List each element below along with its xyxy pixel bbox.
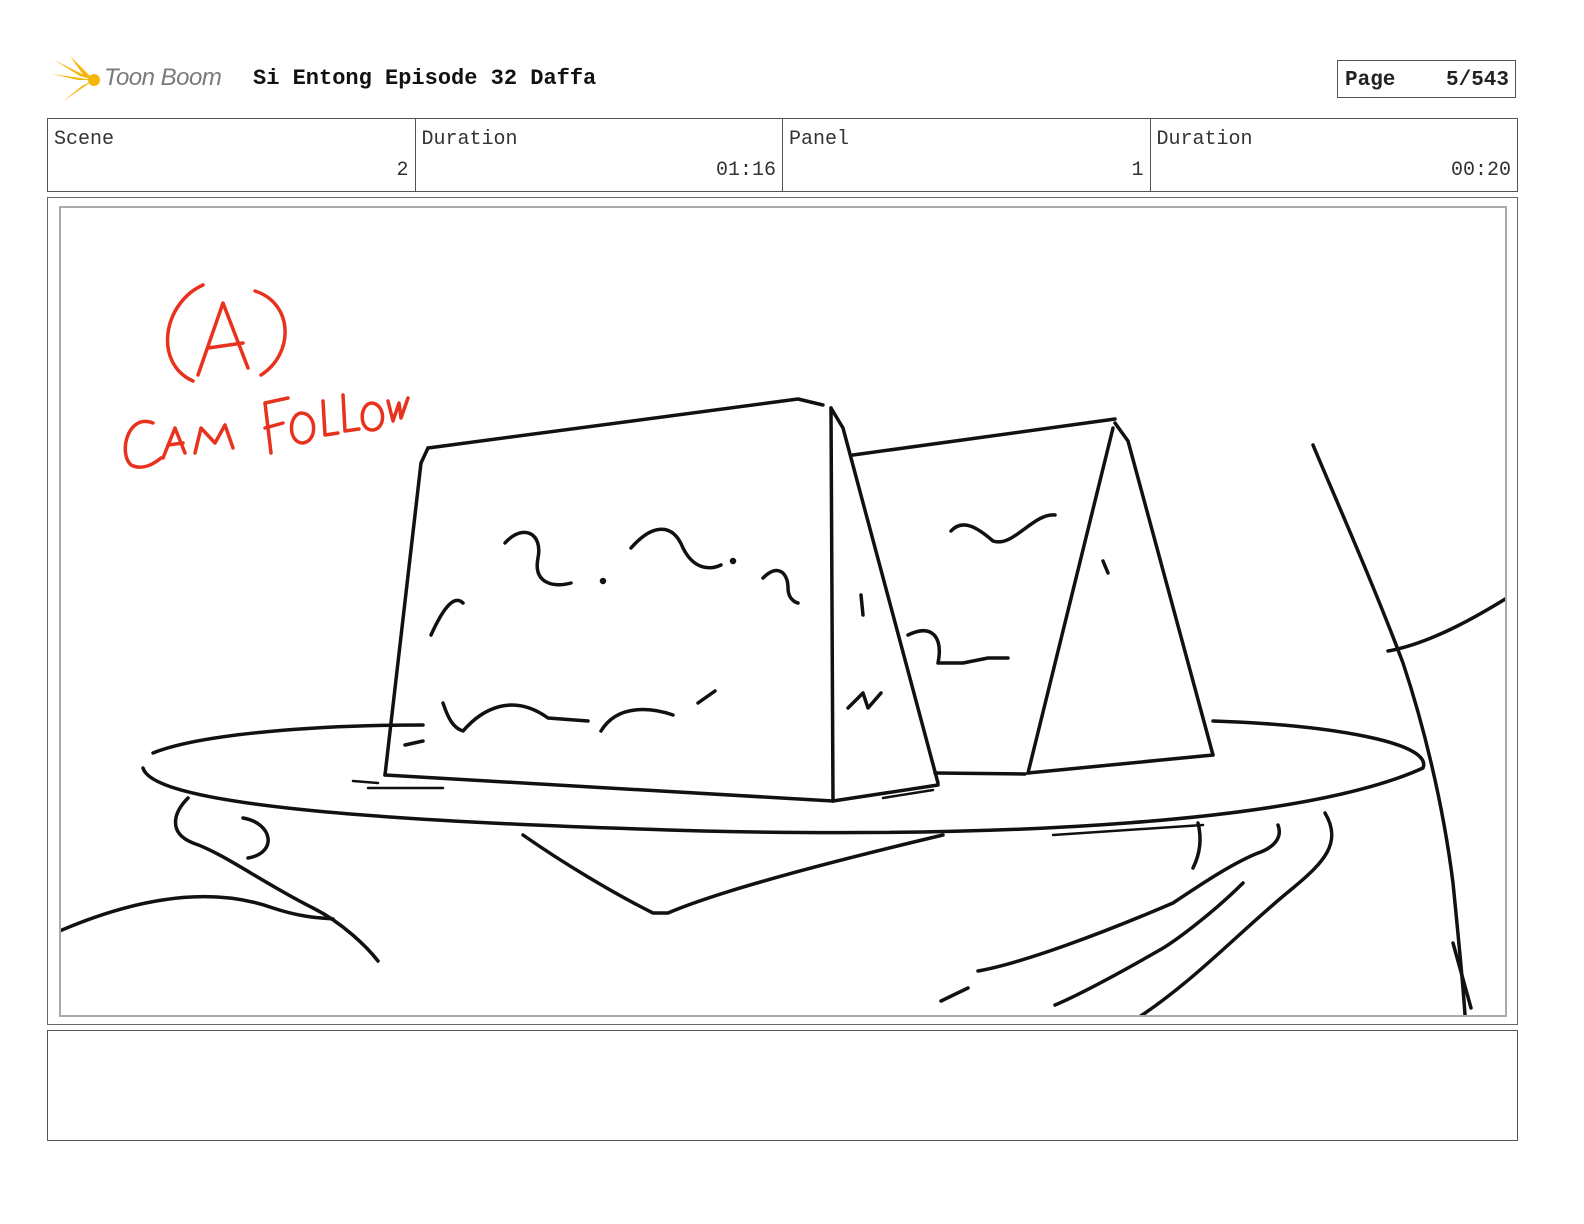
scene-duration-value: 01:16 <box>715 159 776 182</box>
panel-value: 1 <box>1131 159 1144 182</box>
scene-label: Scene <box>54 128 115 151</box>
toon-boom-logo: Toon Boom <box>50 54 240 106</box>
storyboard-title: Si Entong Episode 32 Daffa <box>253 66 597 91</box>
panel-info-row: Scene 2 Duration 01:16 Panel 1 Duration … <box>47 118 1518 192</box>
camera-annotation-strokes <box>123 283 410 469</box>
logo-text: Toon Boom <box>104 64 222 91</box>
starburst-icon <box>52 56 100 102</box>
scene-duration-cell: Duration 01:16 <box>416 119 783 191</box>
panel-cell: Panel 1 <box>783 119 1151 191</box>
panel-sketch <box>61 283 1505 1015</box>
scene-cell: Scene 2 <box>48 119 416 191</box>
page-indicator: Page 5/543 <box>1337 60 1516 98</box>
panel-notes <box>47 1030 1518 1141</box>
panel-duration-cell: Duration 00:20 <box>1151 119 1518 191</box>
page-number: 5/543 <box>1445 69 1509 92</box>
sketch-lines <box>61 397 1505 1015</box>
storyboard-panel <box>47 197 1518 1025</box>
scene-value: 2 <box>396 159 409 182</box>
page-label: Page <box>1345 69 1396 92</box>
panel-duration-value: 00:20 <box>1450 159 1511 182</box>
panel-label: Panel <box>789 128 850 151</box>
scene-duration-label: Duration <box>421 128 518 151</box>
panel-image-area <box>59 206 1507 1017</box>
panel-duration-label: Duration <box>1156 128 1253 151</box>
